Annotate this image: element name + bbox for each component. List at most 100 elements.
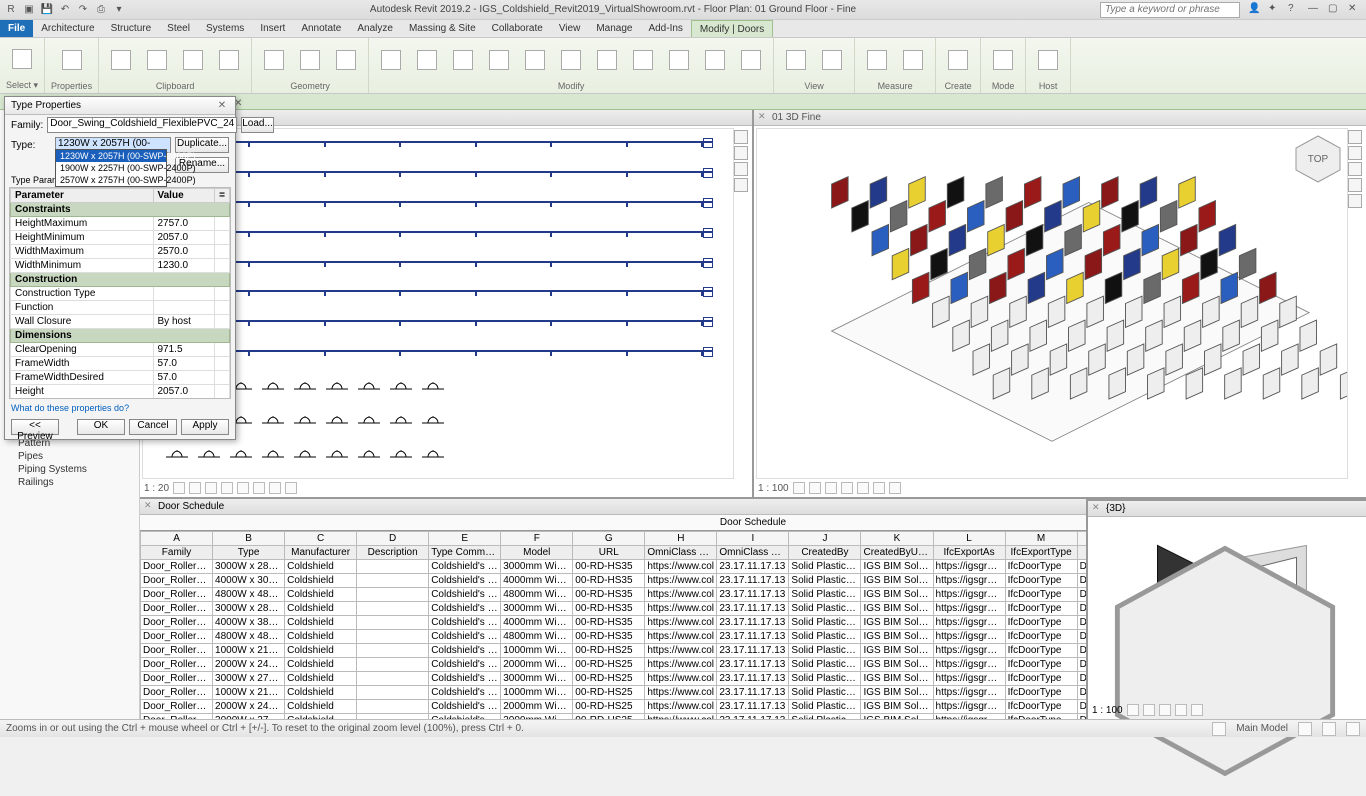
table-cell[interactable]: 3000W x 2800H (0 (213, 602, 285, 616)
table-cell[interactable]: IfcDoorType (1005, 700, 1077, 714)
door-plan-symbol[interactable] (323, 380, 351, 398)
iso-view-tab[interactable]: 01 3D Fine (754, 110, 1366, 126)
table-cell[interactable]: IGS BIM Solutions (861, 602, 933, 616)
table-cell[interactable]: https://www.col (645, 602, 717, 616)
browser-item[interactable]: Piping Systems (4, 463, 135, 476)
table-cell[interactable]: Door_Roller_Coldshield_Rapid_HS35_Pron (141, 616, 213, 630)
door-plan-symbol[interactable] (323, 414, 351, 432)
table-cell[interactable] (357, 644, 429, 658)
minimize-icon[interactable]: — (1308, 3, 1322, 17)
ribbon-tab[interactable]: Architecture (33, 20, 102, 37)
table-cell[interactable]: https://www.col (645, 672, 717, 686)
type-option[interactable]: 2570W x 2757H (00-SWP-2400P) (56, 174, 166, 186)
door-plan-symbol[interactable] (419, 380, 447, 398)
door-plan-symbol[interactable] (355, 414, 383, 432)
shadows-icon[interactable] (1175, 704, 1187, 716)
table-cell[interactable]: https://igsgroup (933, 672, 1005, 686)
table-cell[interactable]: 00-RD-HS35 (573, 574, 645, 588)
table-cell[interactable]: Coldshield (285, 602, 357, 616)
table-cell[interactable]: IGS BIM Solutions (861, 686, 933, 700)
param-value[interactable]: 2057.0 (153, 385, 215, 399)
ribbon-tab[interactable]: Manage (588, 20, 640, 37)
ribbon-button[interactable] (177, 42, 209, 78)
table-cell[interactable]: Solid Plastic Doors (789, 644, 861, 658)
table-cell[interactable]: Coldshield (285, 686, 357, 700)
table-cell[interactable]: https://www.col (645, 588, 717, 602)
render-icon[interactable] (857, 482, 869, 494)
param-value[interactable]: 971.5 (153, 343, 215, 357)
table-cell[interactable]: 23.17.11.17.13 (717, 616, 789, 630)
ribbon-button[interactable] (1032, 42, 1064, 78)
param-value[interactable]: 57.0 (153, 357, 215, 371)
table-cell[interactable]: 4800W x 4800H (0 (213, 588, 285, 602)
table-cell[interactable]: Coldshield's High S (429, 560, 501, 574)
schedule-header[interactable]: Type Comments (429, 546, 501, 560)
table-cell[interactable]: 4800mm Width - 48 (501, 630, 573, 644)
param-value[interactable]: By host (153, 315, 215, 329)
table-cell[interactable]: Coldshield's High S (429, 630, 501, 644)
table-cell[interactable]: Coldshield's High S (429, 602, 501, 616)
maximize-icon[interactable]: ▢ (1328, 3, 1342, 17)
detail-level-icon[interactable] (173, 482, 185, 494)
door-plan-symbol[interactable] (355, 448, 383, 466)
crop-region-icon[interactable] (253, 482, 265, 494)
table-cell[interactable]: Solid Plastic Doors (789, 560, 861, 574)
ribbon-tab[interactable]: Insert (252, 20, 293, 37)
search-input[interactable] (1100, 2, 1240, 18)
table-cell[interactable]: Coldshield (285, 630, 357, 644)
ribbon-tab[interactable]: Modify | Doors (691, 20, 773, 37)
qat-open-icon[interactable]: ▣ (22, 3, 36, 17)
preview-tab[interactable]: {3D} (1088, 501, 1366, 517)
table-cell[interactable]: 4000W x 3800H (0 (213, 616, 285, 630)
table-cell[interactable]: Door_Roller_Coldshield_Rapid_HS25_Con (141, 644, 213, 658)
ribbon-button[interactable] (447, 42, 479, 78)
table-cell[interactable]: https://igsgroup (933, 560, 1005, 574)
table-cell[interactable] (357, 630, 429, 644)
table-cell[interactable]: https://igsgroup (933, 616, 1005, 630)
workset-label[interactable]: Main Model (1236, 723, 1288, 734)
table-cell[interactable]: IGS BIM Solutions (861, 588, 933, 602)
door-plan-symbol[interactable] (163, 448, 191, 466)
view-tab-close-icon[interactable]: ✕ (234, 98, 248, 112)
viewcube[interactable]: TOP (1290, 130, 1346, 186)
ok-button[interactable]: OK (77, 419, 125, 435)
ribbon-button[interactable] (483, 42, 515, 78)
viewcube[interactable] (1088, 519, 1362, 796)
table-cell[interactable]: 3000mm Width - 28 (501, 560, 573, 574)
table-cell[interactable]: 3000W x 2800H (0 (213, 560, 285, 574)
table-cell[interactable]: Door_Roller_Coldshield_Rapid_HS35_Pron (141, 602, 213, 616)
table-cell[interactable]: 23.17.11.17.13 (717, 672, 789, 686)
ribbon-tab[interactable]: File (0, 20, 33, 37)
table-cell[interactable]: Door_Roller_Coldshield_Rapid_HS25_Pron (141, 700, 213, 714)
params-grid[interactable]: Parameter Value = ConstraintsHeightMaxim… (9, 187, 231, 399)
table-cell[interactable]: Coldshield (285, 616, 357, 630)
table-cell[interactable]: IfcDoorType (1005, 588, 1077, 602)
table-cell[interactable]: Solid Plastic Doors (789, 672, 861, 686)
nav-home-icon[interactable] (734, 130, 748, 144)
door-plan-symbol[interactable] (323, 448, 351, 466)
table-cell[interactable]: Coldshield's High S (429, 658, 501, 672)
table-cell[interactable] (357, 574, 429, 588)
schedule-header[interactable]: IfcExportAs (933, 546, 1005, 560)
table-cell[interactable]: Solid Plastic Doors (789, 700, 861, 714)
table-cell[interactable]: Coldshield (285, 588, 357, 602)
iso-scale[interactable]: 1 : 100 (758, 483, 789, 494)
ribbon-button[interactable] (942, 42, 974, 78)
table-cell[interactable]: IGS BIM Solutions (861, 658, 933, 672)
table-cell[interactable]: https://igsgroup (933, 602, 1005, 616)
filter-icon[interactable] (1298, 722, 1312, 736)
table-cell[interactable]: 00-RD-HS25 (573, 700, 645, 714)
table-cell[interactable]: Door_Roller_Coldshield_Rapid_HS35_Con (141, 574, 213, 588)
table-cell[interactable]: https://www.col (645, 630, 717, 644)
table-cell[interactable]: https://igsgroup (933, 644, 1005, 658)
table-cell[interactable]: IGS BIM Solutions (861, 644, 933, 658)
table-cell[interactable]: IfcDoorType (1005, 644, 1077, 658)
ribbon-tab[interactable]: Systems (198, 20, 252, 37)
param-value[interactable]: 2570.0 (153, 245, 215, 259)
ribbon-tab[interactable]: Steel (159, 20, 198, 37)
nav-home-icon[interactable] (1348, 130, 1362, 144)
ribbon-button[interactable] (56, 42, 88, 78)
table-cell[interactable]: https://igsgroup (933, 658, 1005, 672)
table-cell[interactable]: IGS BIM Solutions (861, 630, 933, 644)
qat-save-icon[interactable]: 💾 (40, 3, 54, 17)
